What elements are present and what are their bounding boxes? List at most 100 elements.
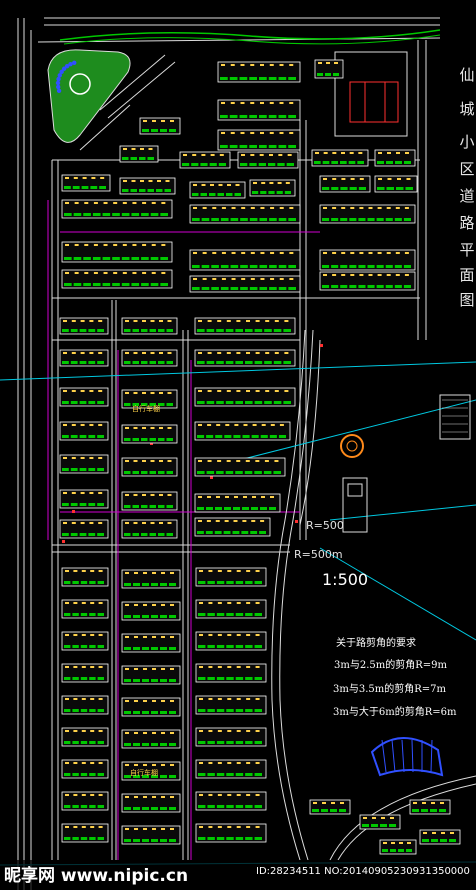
building-green-strip [92, 213, 101, 216]
residential-building [59, 317, 109, 335]
radius-label-lower: R=500m [294, 548, 343, 561]
building-green-strip [160, 743, 167, 746]
park-tree [56, 88, 62, 93]
building-green-strip [124, 743, 131, 746]
building-green-strip [121, 283, 130, 286]
building-green-strip [403, 285, 411, 288]
building-tag [82, 177, 87, 179]
building-tag [246, 794, 251, 796]
building-tag [157, 180, 161, 182]
building-tag [65, 730, 69, 732]
building-green-strip [149, 533, 156, 536]
building-green-strip [79, 361, 87, 364]
building-green-strip [259, 531, 266, 534]
building-green-strip [198, 581, 206, 584]
title-char: 路 [459, 214, 475, 232]
building-green-strip [132, 361, 139, 364]
building-green-strip [64, 709, 71, 712]
building-green-strip [80, 581, 88, 584]
building-tag [71, 457, 76, 459]
building-green-strip [430, 809, 437, 812]
building-tag [134, 764, 138, 766]
building-tag [206, 520, 211, 522]
building-tag [201, 154, 206, 156]
building-green-strip [133, 711, 140, 714]
building-green-strip [349, 285, 357, 288]
building-green-strip [205, 531, 213, 534]
residential-building [217, 61, 301, 83]
building-green-strip [192, 265, 200, 268]
building-green-strip [169, 839, 176, 842]
building-tag [274, 320, 279, 322]
building-green-strip [88, 401, 96, 404]
building-tag [260, 64, 264, 66]
building-green-strip [79, 401, 87, 404]
building-green-strip [169, 615, 176, 618]
building-tag [246, 352, 250, 354]
building-tag [73, 570, 78, 572]
building-tag [98, 492, 103, 494]
building-green-strip [249, 163, 257, 166]
building-green-strip [264, 329, 272, 332]
building-tag [208, 794, 213, 796]
building-tag [227, 794, 232, 796]
building-tag [255, 352, 260, 354]
building-green-strip [349, 218, 357, 221]
building-green-strip [278, 218, 287, 221]
building-green-strip [72, 186, 80, 189]
residential-building [194, 387, 296, 407]
building-green-strip [226, 645, 234, 648]
title-char: 面 [459, 266, 475, 284]
building-tag [349, 152, 354, 154]
building-tag [142, 522, 146, 524]
building-tag [90, 762, 95, 764]
building-green-strip [376, 265, 384, 268]
building-tag [103, 244, 108, 246]
building-tag [161, 764, 165, 766]
building-tag [208, 730, 213, 732]
residential-building [121, 825, 181, 845]
residential-building [189, 275, 301, 293]
building-tag [341, 252, 346, 254]
building-green-strip [412, 809, 419, 812]
building-green-strip [132, 329, 139, 332]
building-green-strip [386, 161, 393, 164]
residential-building [195, 631, 267, 651]
building-tag [161, 572, 165, 574]
building-green-strip [349, 187, 357, 190]
residential-building [61, 663, 109, 683]
building-tag [80, 492, 85, 494]
building-tag [125, 828, 129, 830]
building-tag [65, 762, 69, 764]
building-tag [159, 352, 163, 354]
building-tag [167, 320, 172, 322]
building-green-strip [340, 187, 348, 190]
building-tag [441, 832, 445, 834]
building-green-strip [260, 435, 268, 438]
building-tag [98, 762, 103, 764]
building-green-strip [277, 163, 285, 166]
building-tag [98, 457, 103, 459]
building-green-strip [214, 531, 222, 534]
building-green-strip [259, 145, 267, 148]
building-tag [150, 522, 155, 524]
building-green-strip [89, 677, 96, 680]
building-green-strip [197, 531, 204, 534]
building-tag [386, 252, 391, 254]
building-tag [390, 817, 394, 819]
residential-building [419, 829, 461, 845]
building-tag [334, 62, 338, 64]
residential-building [121, 349, 178, 367]
building-green-strip [97, 805, 104, 808]
building-tag [217, 698, 222, 700]
building-green-strip [235, 837, 244, 840]
building-green-strip [268, 191, 275, 194]
building-green-strip [269, 507, 276, 510]
building-green-strip [240, 218, 248, 221]
building-tag [217, 730, 222, 732]
building-green-strip [269, 435, 277, 438]
building-green-strip [390, 849, 396, 852]
building-tag [98, 352, 103, 354]
building-green-strip [133, 679, 140, 682]
building-tag [100, 177, 105, 179]
